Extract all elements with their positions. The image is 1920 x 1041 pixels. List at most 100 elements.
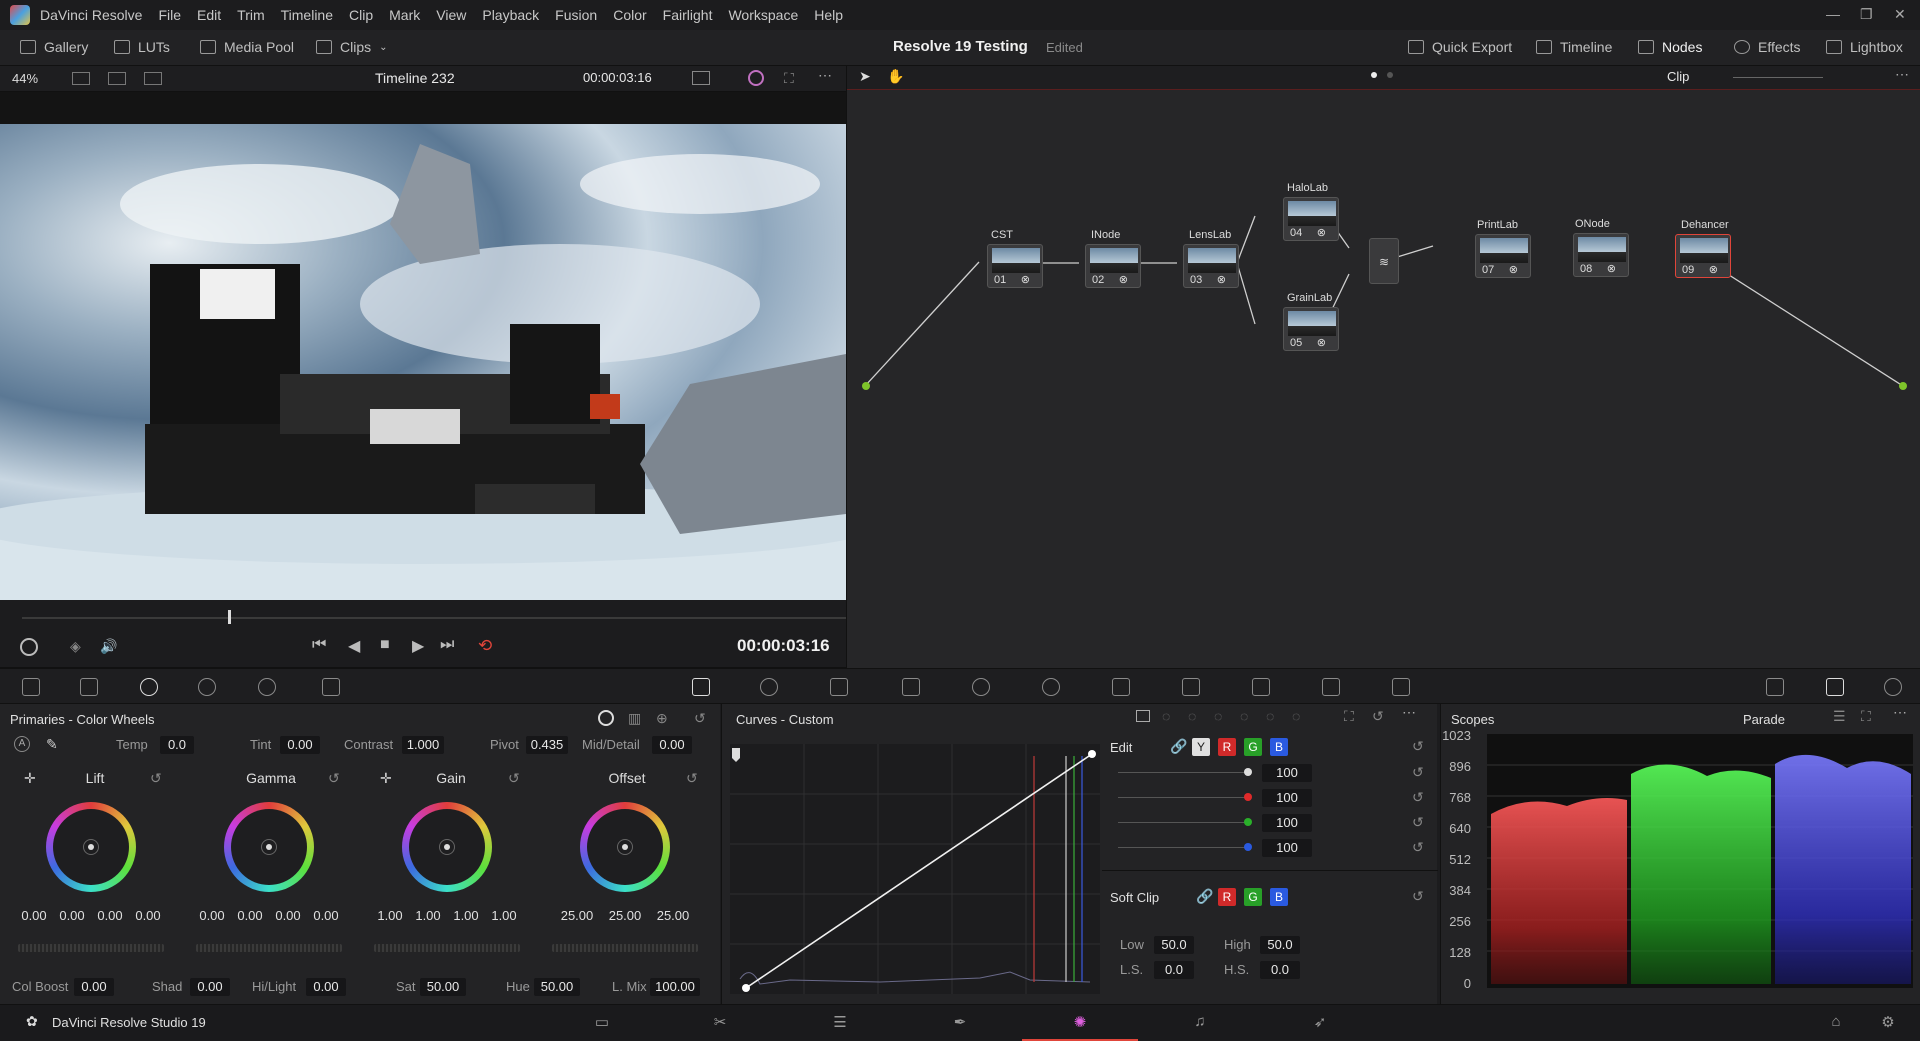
3d-icon[interactable] (1392, 678, 1410, 696)
intensity-b-field[interactable]: 100 (1262, 839, 1312, 857)
gain-r[interactable]: 1.00 (410, 908, 446, 923)
reset-icon[interactable]: ↺ (1412, 789, 1424, 806)
intensity-y-track[interactable] (1118, 772, 1248, 773)
softclip-b-chip[interactable]: B (1270, 888, 1288, 906)
more-options-icon[interactable]: ⋯ (1402, 704, 1416, 721)
menu-edit[interactable]: Edit (197, 7, 221, 23)
node-01[interactable]: 01 ⊗ (987, 244, 1043, 288)
play-reverse-icon[interactable]: ◀ (348, 636, 360, 656)
channel-b-chip[interactable]: B (1270, 738, 1288, 756)
viewer-options-icon[interactable] (692, 71, 710, 85)
compare-icon[interactable] (144, 72, 162, 85)
minimize-icon[interactable]: — (1826, 6, 1840, 22)
volume-icon[interactable]: 🔊 (100, 638, 117, 655)
offset-master-slider[interactable] (552, 944, 698, 952)
node-03[interactable]: 03 ⊗ (1183, 244, 1239, 288)
media-page-icon[interactable]: ▭ (592, 1013, 612, 1031)
node-04[interactable]: 04 ⊗ (1283, 197, 1339, 241)
bars-mode-icon[interactable]: ▥ (628, 710, 641, 727)
hue-vs-hue-icon[interactable]: ◌ (1162, 708, 1170, 724)
dolby-icon[interactable] (20, 638, 38, 656)
lightbox-toggle-button[interactable]: Lightbox (1826, 39, 1903, 55)
hue-vs-lum-icon[interactable]: ◌ (1214, 708, 1222, 724)
intensity-g-track[interactable] (1118, 822, 1248, 823)
tracker-icon[interactable] (1042, 678, 1060, 696)
deliver-page-icon[interactable]: ➶ (1310, 1013, 1330, 1031)
shad-field[interactable]: 0.00 (190, 978, 230, 996)
menu-file[interactable]: File (158, 7, 181, 23)
fusion-page-icon[interactable]: ✒ (950, 1013, 970, 1031)
clips-button[interactable]: Clips ⌄ (316, 39, 388, 55)
high-field[interactable]: 50.0 (1260, 936, 1300, 954)
reset-icon[interactable]: ↺ (1412, 888, 1424, 905)
effects-toggle-button[interactable]: Effects (1734, 39, 1801, 55)
gamma-r[interactable]: 0.00 (232, 908, 268, 923)
softclip-g-chip[interactable]: G (1244, 888, 1262, 906)
node-07[interactable]: 07 ⊗ (1475, 234, 1531, 278)
crosshair-icon[interactable]: ✛ (380, 770, 392, 787)
curves-icon[interactable] (692, 678, 710, 696)
hs-field[interactable]: 0.0 (1260, 961, 1300, 979)
intensity-r-handle[interactable] (1244, 793, 1252, 801)
playhead-handle[interactable] (228, 610, 231, 624)
reset-icon[interactable]: ↺ (1372, 708, 1384, 725)
gain-g[interactable]: 1.00 (448, 908, 484, 923)
intensity-g-field[interactable]: 100 (1262, 814, 1312, 832)
menu-fairlight[interactable]: Fairlight (663, 7, 713, 23)
top-timecode[interactable]: 00:00:03:16 (583, 70, 652, 85)
menu-help[interactable]: Help (814, 7, 843, 23)
scope-settings-icon[interactable]: ☰ (1833, 708, 1846, 725)
menu-view[interactable]: View (436, 7, 466, 23)
auto-balance-icon[interactable]: A (14, 736, 30, 752)
eyedropper-icon[interactable] (902, 678, 920, 696)
reset-icon[interactable]: ↺ (328, 770, 340, 787)
go-to-end-icon[interactable]: ⏭ (440, 636, 454, 654)
cut-page-icon[interactable]: ✂ (710, 1013, 730, 1031)
offset-b[interactable]: 25.00 (652, 908, 694, 923)
zoom-icon[interactable]: ⊕ (656, 710, 668, 727)
gain-b[interactable]: 1.00 (486, 908, 522, 923)
ls-field[interactable]: 0.0 (1154, 961, 1194, 979)
magic-mask-icon[interactable] (1112, 678, 1130, 696)
gamma-b[interactable]: 0.00 (308, 908, 344, 923)
lift-master-slider[interactable] (18, 944, 164, 952)
hdr-wheels-icon[interactable] (198, 678, 216, 696)
wheels-mode-icon[interactable] (598, 710, 614, 726)
contrast-field[interactable]: 1.000 (402, 736, 444, 754)
fullscreen-icon[interactable]: ⛶ (784, 70, 794, 87)
node-08[interactable]: 08 ⊗ (1573, 233, 1629, 277)
node-09-selected[interactable]: 09 ⊗ (1675, 234, 1731, 278)
menu-clip[interactable]: Clip (349, 7, 373, 23)
lift-b[interactable]: 0.00 (130, 908, 166, 923)
more-options-icon[interactable]: ⋯ (1893, 704, 1907, 721)
intensity-y-handle[interactable] (1244, 768, 1252, 776)
reset-icon[interactable]: ↺ (686, 770, 698, 787)
softclip-r-chip[interactable]: R (1218, 888, 1236, 906)
offset-r[interactable]: 25.00 (556, 908, 598, 923)
channel-g-chip[interactable]: G (1244, 738, 1262, 756)
lmix-field[interactable]: 100.00 (650, 978, 700, 996)
reset-icon[interactable]: ↺ (1412, 814, 1424, 831)
input-node-icon[interactable] (862, 382, 870, 390)
low-field[interactable]: 50.0 (1154, 936, 1194, 954)
offset-g[interactable]: 25.00 (604, 908, 646, 923)
fairlight-page-icon[interactable]: ♫ (1190, 1013, 1210, 1031)
gain-master-slider[interactable] (374, 944, 520, 952)
reset-icon[interactable]: ↺ (1412, 764, 1424, 781)
menu-workspace[interactable]: Workspace (728, 7, 798, 23)
link-icon[interactable]: 🔗 (1196, 888, 1213, 905)
sat-vs-lum-icon[interactable]: ◌ (1292, 708, 1300, 724)
parade-scope[interactable] (1487, 734, 1913, 988)
wheel-puck[interactable] (444, 844, 450, 850)
wheel-puck[interactable] (622, 844, 628, 850)
window-icon[interactable] (972, 678, 990, 696)
expand-icon[interactable]: ⛶ (1861, 708, 1871, 725)
single-viewer-icon[interactable] (72, 72, 90, 85)
intensity-b-handle[interactable] (1244, 843, 1252, 851)
lum-vs-sat-icon[interactable]: ◌ (1240, 708, 1248, 724)
lift-wheel[interactable] (46, 802, 136, 892)
gamma-g[interactable]: 0.00 (270, 908, 306, 923)
node-05[interactable]: 05 ⊗ (1283, 307, 1339, 351)
hue-vs-sat-icon[interactable]: ◌ (1188, 708, 1196, 724)
intensity-b-track[interactable] (1118, 847, 1248, 848)
